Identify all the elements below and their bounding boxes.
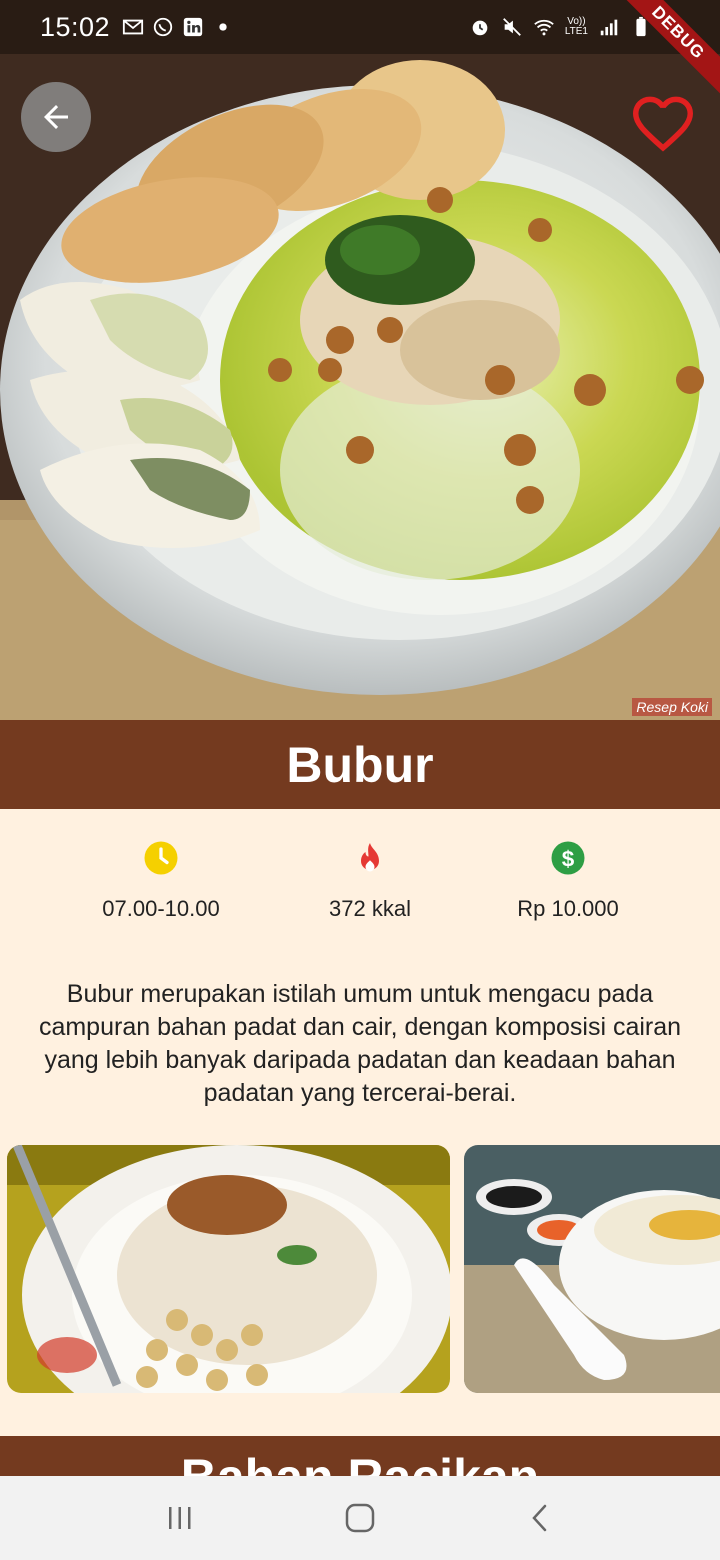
bubur-with-spoon-photo <box>464 1145 720 1393</box>
whatsapp-icon <box>153 17 173 37</box>
mute-icon <box>502 18 521 36</box>
fire-icon <box>361 843 379 872</box>
status-time: 15:02 <box>40 11 111 42</box>
info-time-value: 07.00-10.00 <box>102 896 220 921</box>
section-title: Bahan Racikan <box>0 1448 720 1476</box>
description: Bubur merupakan istilah umum untuk menga… <box>38 980 682 1107</box>
bubur-bowl-photo <box>0 0 720 720</box>
back-icon <box>532 1504 547 1532</box>
svg-text:$: $ <box>562 846 575 871</box>
status-bar: 15:02 Vo)) LTE1 <box>0 0 720 54</box>
watermark: Resep Koki <box>632 698 712 716</box>
page-title: Bubur <box>286 736 434 793</box>
bubur-with-soybeans-photo <box>7 1145 450 1393</box>
recents-button[interactable] <box>150 1488 210 1548</box>
home-button[interactable] <box>330 1488 390 1548</box>
back-button[interactable] <box>21 82 91 152</box>
gmail-icon <box>122 19 144 35</box>
home-icon <box>345 1503 375 1533</box>
info-price-value: Rp 10.000 <box>517 896 619 921</box>
network-label-2: LTE1 <box>564 26 588 37</box>
network-label: Vo)) LTE1 <box>565 17 588 37</box>
dollar-icon: $ <box>551 841 585 875</box>
dot-icon <box>219 23 227 31</box>
alarm-icon <box>472 20 488 36</box>
gallery-item[interactable] <box>464 1145 720 1393</box>
linkedin-icon <box>183 17 203 37</box>
navigation-bar <box>0 1476 720 1560</box>
favorite-button[interactable] <box>630 92 696 152</box>
info-time: 07.00-10.00 <box>61 838 261 922</box>
info-calories: 372 kkal <box>270 838 470 922</box>
photo-gallery[interactable] <box>0 1145 720 1393</box>
recents-icon <box>169 1507 191 1529</box>
clock-icon <box>144 841 178 875</box>
lte-signal-icon <box>600 19 618 36</box>
section-header: Bahan Racikan <box>0 1436 720 1476</box>
title-bar: Bubur <box>0 720 720 809</box>
info-price: $ Rp 10.000 <box>468 838 668 922</box>
info-calories-value: 372 kkal <box>329 896 411 921</box>
wifi-icon <box>534 19 554 36</box>
info-row: 07.00-10.00 372 kkal $ Rp 10.000 <box>0 838 720 928</box>
system-back-button[interactable] <box>510 1488 570 1548</box>
hero-image: 15:02 Vo)) LTE1 DEBUG Resep Koki <box>0 0 720 720</box>
gallery-item[interactable] <box>7 1145 450 1393</box>
back-arrow-icon <box>44 105 68 129</box>
